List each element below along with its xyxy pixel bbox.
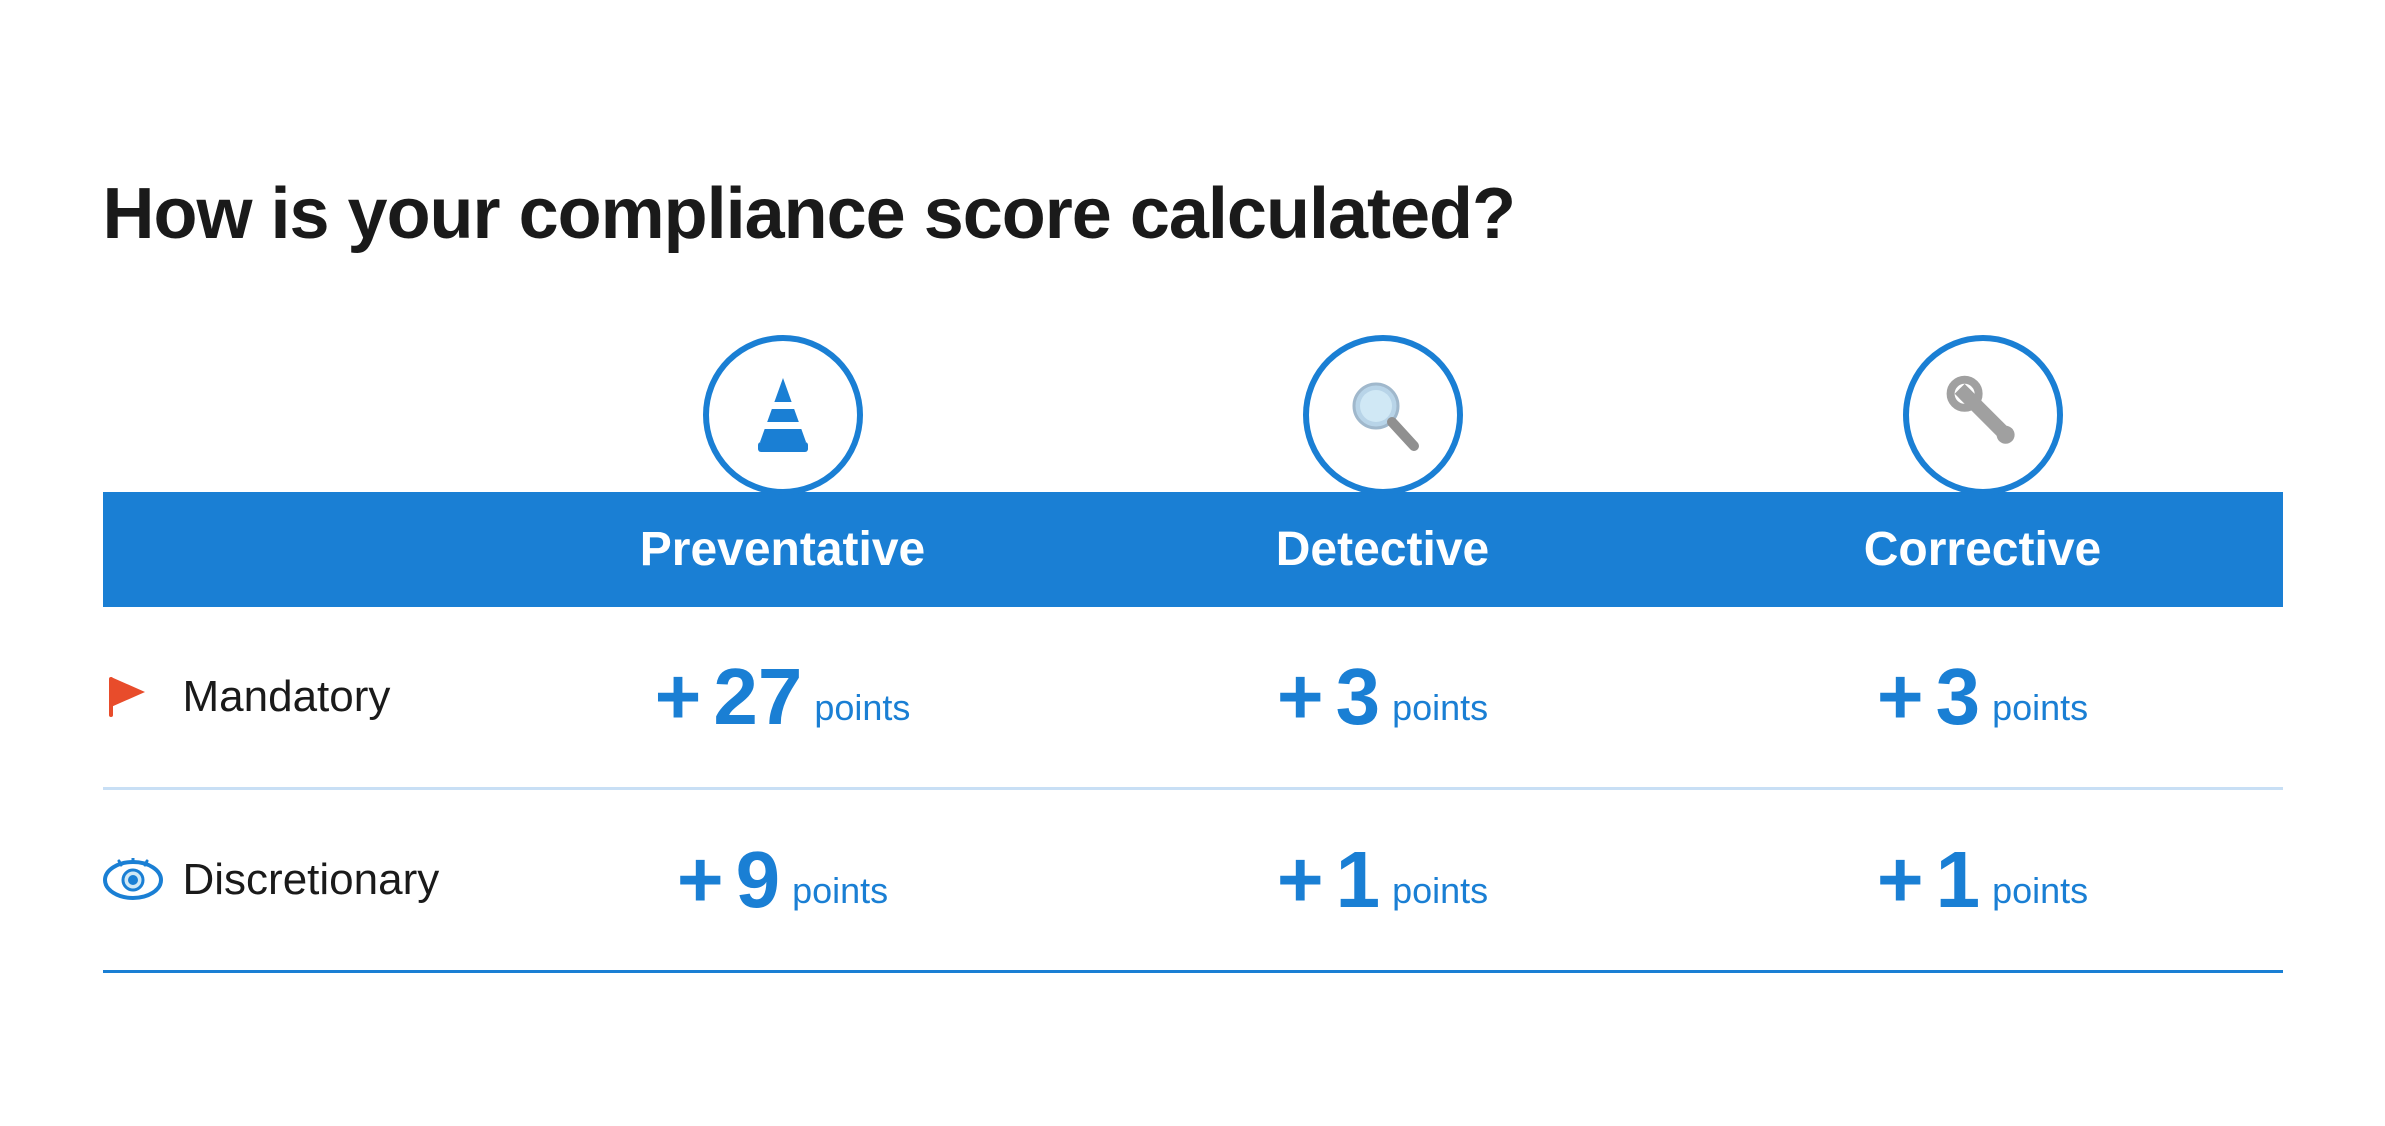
- mandatory-cor-plus: +: [1877, 657, 1924, 737]
- header-row: [103, 335, 2283, 492]
- page-container: How is your compliance score calculated?: [43, 113, 2343, 1013]
- disc-prev-suffix: points: [792, 870, 888, 920]
- disc-cor-num: 1: [1936, 840, 1981, 920]
- eye-icon: [103, 858, 163, 903]
- mandatory-cor-num: 3: [1936, 657, 1981, 737]
- disc-det-suffix: points: [1392, 870, 1488, 920]
- discretionary-detective-value: + 1 points: [1083, 840, 1683, 920]
- magnifier-icon: [1338, 370, 1428, 460]
- wrench-icon: [1938, 370, 2028, 460]
- corrective-column: [1683, 335, 2283, 492]
- page-title: How is your compliance score calculated?: [103, 173, 2283, 255]
- mandatory-detective-value: + 3 points: [1083, 657, 1683, 737]
- disc-cor-plus: +: [1877, 840, 1924, 920]
- discretionary-text: Discretionary: [183, 855, 440, 905]
- disc-prev-plus: +: [677, 840, 724, 920]
- flag-icon-wrap: [103, 672, 163, 722]
- disc-prev-num: 9: [736, 840, 781, 920]
- discretionary-row: Discretionary + 9 points + 1 points + 1 …: [103, 790, 2283, 973]
- detective-label: Detective: [1083, 522, 1683, 577]
- mandatory-row: Mandatory + 27 points + 3 points + 3 poi…: [103, 607, 2283, 790]
- mandatory-det-suffix: points: [1392, 687, 1488, 737]
- discretionary-corrective-value: + 1 points: [1683, 840, 2283, 920]
- mandatory-det-num: 3: [1336, 657, 1381, 737]
- disc-cor-suffix: points: [1992, 870, 2088, 920]
- disc-det-plus: +: [1277, 840, 1324, 920]
- mandatory-label: Mandatory: [103, 672, 483, 722]
- mandatory-det-plus: +: [1277, 657, 1324, 737]
- detective-icon-circle: [1303, 335, 1463, 495]
- preventative-label: Preventative: [483, 522, 1083, 577]
- eye-icon-wrap: [103, 858, 163, 903]
- mandatory-preventative-value: + 27 points: [483, 657, 1083, 737]
- mandatory-prev-num: 27: [713, 657, 802, 737]
- mandatory-corrective-value: + 3 points: [1683, 657, 2283, 737]
- corrective-icon-circle: [1903, 335, 2063, 495]
- mandatory-cor-suffix: points: [1992, 687, 2088, 737]
- cone-icon: [738, 370, 828, 460]
- preventative-icon-circle: [703, 335, 863, 495]
- flag-icon: [103, 672, 153, 722]
- disc-det-num: 1: [1336, 840, 1381, 920]
- discretionary-label: Discretionary: [103, 855, 483, 905]
- detective-column: [1083, 335, 1683, 492]
- bar-empty-cell: [103, 522, 483, 577]
- mandatory-prev-plus: +: [655, 657, 702, 737]
- mandatory-prev-suffix: points: [814, 687, 910, 737]
- content-area: Preventative Detective Corrective Mandat…: [103, 335, 2283, 973]
- discretionary-preventative-value: + 9 points: [483, 840, 1083, 920]
- mandatory-text: Mandatory: [183, 672, 391, 722]
- corrective-label: Corrective: [1683, 522, 2283, 577]
- blue-bar: Preventative Detective Corrective: [103, 492, 2283, 607]
- preventative-column: [483, 335, 1083, 492]
